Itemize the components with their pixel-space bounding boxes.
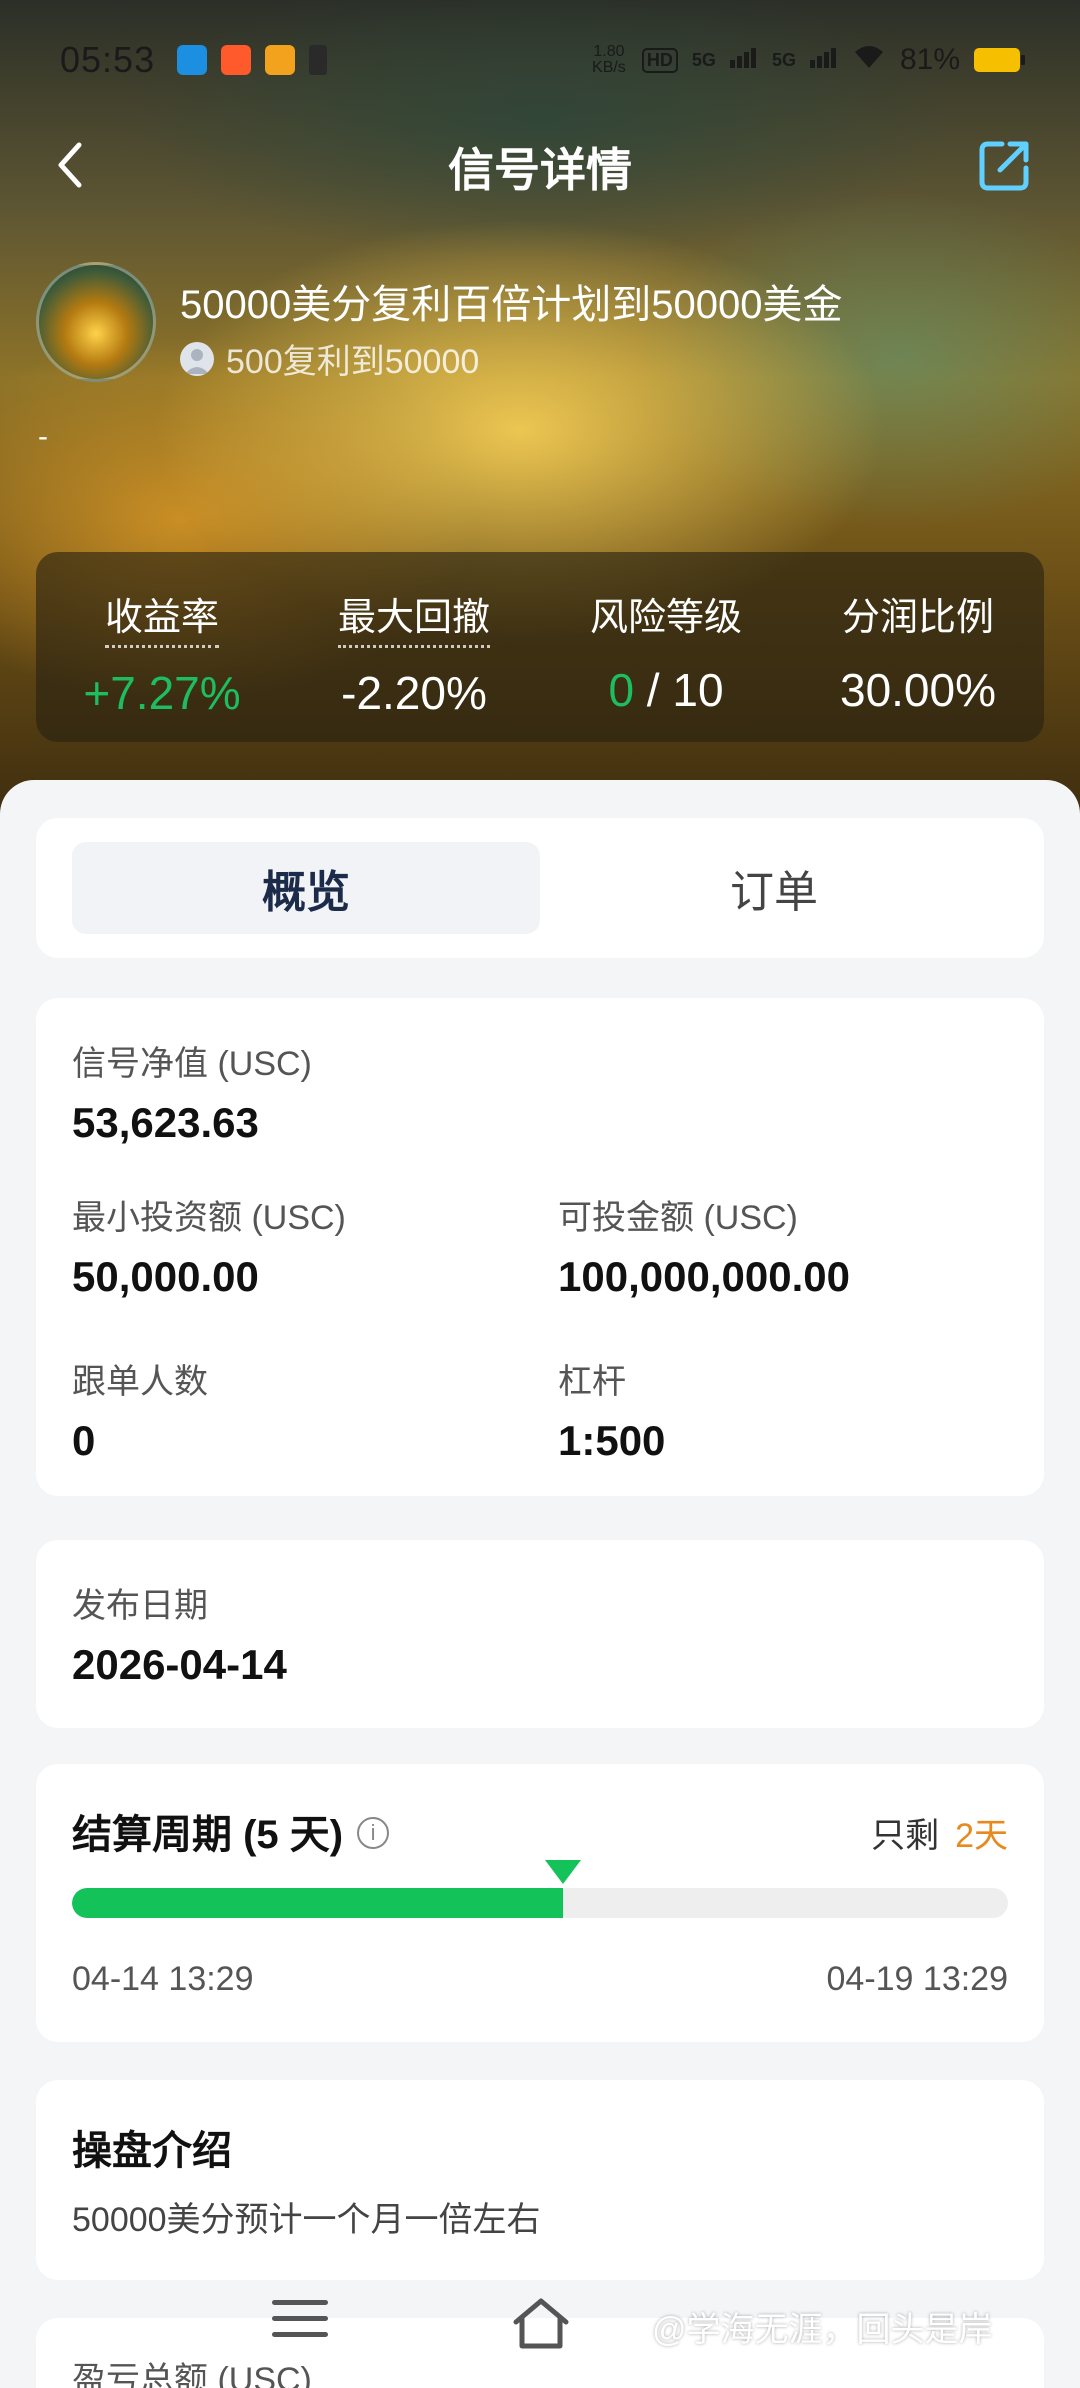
stat-label[interactable]: 收益率 [104, 586, 219, 648]
status-time: 05:53 [60, 39, 156, 80]
settlement-end: 04-19 13:29 [826, 1960, 1009, 1998]
signal-5g-icon: 5G [771, 49, 796, 70]
nav-bar: 信号详情 [0, 120, 1080, 210]
net-value-field: 信号净值 (USC) 53,623.63 [72, 1036, 312, 1147]
remaining-time: 只剩 2天 [871, 1808, 1008, 1857]
field-label: 信号净值 (USC) [72, 1045, 312, 1083]
settlement-title: 结算周期 (5 天) i [72, 1802, 390, 1860]
min-invest-field: 最小投资额 (USC) 50,000.00 [72, 1190, 346, 1301]
share-button[interactable] [970, 130, 1040, 200]
battery-percent: 81% [899, 43, 960, 76]
wifi-icon [852, 44, 886, 76]
stat-risk: 风险等级 0 / 10 [540, 552, 792, 742]
stat-value: 0 / 10 [540, 663, 792, 717]
settlement-progress-track [72, 1888, 1008, 1918]
field-value: 1:500 [558, 1417, 666, 1464]
author-name: 500复利到50000 [226, 343, 480, 381]
field-value: 2026-04-14 [72, 1641, 287, 1688]
remaining-prefix: 只剩 [871, 1817, 940, 1855]
menu-icon[interactable] [272, 2300, 328, 2350]
tab-bar: 概览 订单 [36, 818, 1044, 958]
hd-badge: HD [641, 47, 678, 73]
stat-label: 分润比例 [841, 597, 994, 639]
home-icon[interactable] [510, 2296, 572, 2352]
stat-value: -2.20% [341, 667, 487, 719]
sim-icon [309, 45, 328, 75]
tab-overview[interactable]: 概览 [72, 842, 540, 934]
user-icon [180, 341, 214, 376]
leverage-field: 杠杆 1:500 [558, 1354, 665, 1465]
stat-label: 风险等级 [589, 597, 742, 639]
field-value: 100,000,000.00 [558, 1253, 850, 1300]
publish-date-field: 发布日期 2026-04-14 [72, 1578, 287, 1689]
signal-5g-icon: 5G [691, 49, 716, 70]
status-bar: 05:53 1.80 KB/s HD 5G 5G 81% [0, 30, 1080, 90]
author-row[interactable]: 500复利到50000 [180, 334, 479, 383]
stat-drawdown: 最大回撤 -2.20% [288, 552, 540, 742]
field-value: 53,623.63 [72, 1099, 259, 1146]
field-label: 最小投资额 (USC) [72, 1199, 346, 1237]
settlement-card: 结算周期 (5 天) i 只剩 2天 04-14 13:29 04-19 13:29 [36, 1764, 1044, 2042]
intro-card: 操盘介绍 50000美分预计一个月一倍左右 [36, 2080, 1044, 2280]
page-title: 信号详情 [448, 144, 632, 196]
status-right: 1.80 KB/s HD 5G 5G 81% [590, 43, 1025, 77]
progress-marker-icon [545, 1860, 582, 1884]
intro-text: 50000美分预计一个月一倍左右 [72, 2201, 541, 2239]
share-external-icon [979, 141, 1029, 191]
notification-app-icon [221, 45, 252, 75]
risk-level-max: / 10 [634, 664, 724, 716]
stat-return: 收益率 +7.27% [36, 552, 288, 742]
signal-description: - [38, 420, 48, 453]
signal-name: 50000美分复利百倍计划到50000美金 [180, 283, 843, 327]
settlement-start: 04-14 13:29 [72, 1960, 254, 1998]
stat-label[interactable]: 最大回撤 [337, 586, 490, 648]
field-label: 跟单人数 [72, 1363, 208, 1401]
field-label: 杠杆 [558, 1363, 626, 1401]
network-speed: 1.80 KB/s [592, 43, 626, 76]
settlement-title-text: 结算周期 (5 天) [72, 1813, 344, 1857]
content-sheet: 概览 订单 信号净值 (USC) 53,623.63 最小投资额 (USC) 5… [0, 780, 1080, 2388]
watermark-text: @学海无涯，回头是岸 [652, 2311, 993, 2349]
risk-level-value: 0 [608, 664, 635, 716]
battery-icon [974, 48, 1025, 72]
field-label: 可投金额 (USC) [558, 1199, 798, 1237]
notification-app-icon [265, 45, 296, 75]
signal-bars-icon [809, 46, 838, 74]
signal-bars-icon [729, 46, 758, 74]
field-value: 50,000.00 [72, 1253, 259, 1300]
publish-date-card: 发布日期 2026-04-14 [36, 1540, 1044, 1728]
bottom-nav: @学海无涯，回头是岸 [0, 2290, 1080, 2370]
signal-avatar [36, 262, 156, 382]
intro-title: 操盘介绍 [72, 2129, 232, 2173]
field-value: 0 [72, 1417, 96, 1464]
available-field: 可投金额 (USC) 100,000,000.00 [558, 1190, 850, 1301]
stat-share: 分润比例 30.00% [792, 552, 1044, 742]
settlement-progress-fill [72, 1888, 564, 1918]
tab-orders[interactable]: 订单 [540, 842, 1008, 934]
followers-field: 跟单人数 0 [72, 1354, 208, 1465]
stat-value: 30.00% [839, 664, 996, 716]
field-label: 发布日期 [72, 1587, 208, 1625]
notification-app-icon [177, 45, 208, 75]
stats-panel: 收益率 +7.27% 最大回撤 -2.20% 风险等级 0 / 10 分润比例 … [36, 552, 1044, 742]
stat-value: +7.27% [83, 667, 241, 719]
info-icon[interactable]: i [357, 1817, 390, 1849]
remaining-value: 2天 [955, 1817, 1008, 1855]
overview-card: 信号净值 (USC) 53,623.63 最小投资额 (USC) 50,000.… [36, 998, 1044, 1496]
